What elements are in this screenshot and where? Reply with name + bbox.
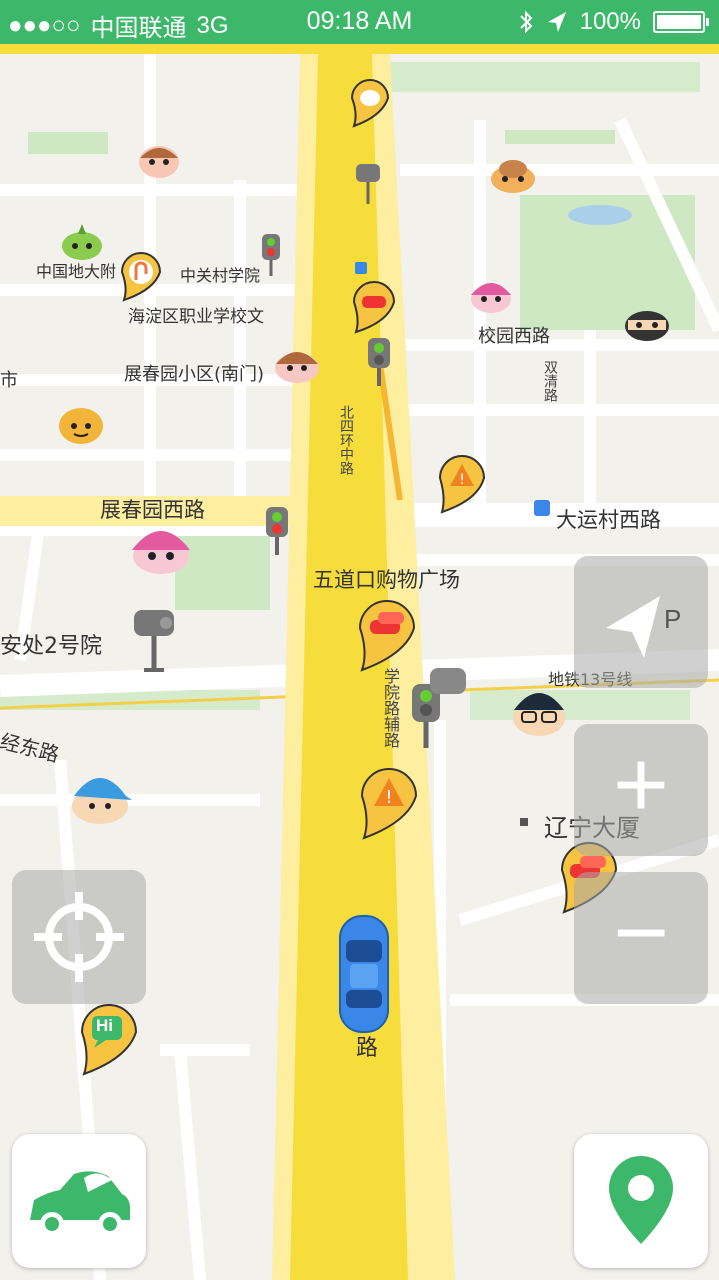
user-avatar-icon[interactable] bbox=[128, 520, 194, 576]
user-avatar-icon[interactable] bbox=[272, 342, 322, 386]
hi-pin[interactable]: Hi bbox=[78, 1002, 140, 1078]
map-label: 海淀区职业学校文 bbox=[128, 307, 264, 327]
hi-text: Hi bbox=[96, 1016, 113, 1035]
battery-percent: 100% bbox=[579, 8, 641, 35]
car-leaf-icon bbox=[30, 1171, 130, 1236]
navigate-button[interactable]: P bbox=[574, 556, 708, 688]
svg-text:!: ! bbox=[459, 472, 465, 488]
bluetooth-icon bbox=[519, 10, 533, 34]
map-label: 大运村西路 bbox=[556, 508, 661, 532]
my-car-icon bbox=[339, 915, 389, 1033]
traffic-light-icon[interactable] bbox=[262, 505, 300, 557]
park-area bbox=[28, 132, 108, 154]
user-avatar-icon[interactable] bbox=[66, 764, 136, 826]
battery-icon bbox=[653, 11, 709, 33]
traffic-jam-pin-icon[interactable] bbox=[350, 280, 398, 336]
map-pin-icon bbox=[609, 1156, 673, 1244]
road-label: 北四环中路 bbox=[338, 405, 354, 475]
user-avatar-icon[interactable] bbox=[508, 682, 570, 740]
user-avatar-icon[interactable] bbox=[622, 300, 672, 344]
poi-dot-icon bbox=[520, 818, 528, 826]
locate-me-button[interactable] bbox=[12, 870, 146, 1004]
event-pin-icon[interactable] bbox=[348, 78, 392, 130]
chat-pin-icon bbox=[80, 1004, 138, 1076]
status-right: 100% bbox=[518, 8, 709, 36]
user-avatar-icon[interactable] bbox=[56, 402, 106, 446]
car-mode-button[interactable] bbox=[12, 1134, 146, 1268]
park-area bbox=[380, 62, 700, 92]
camera-icon[interactable] bbox=[354, 160, 384, 206]
plus-icon: + bbox=[612, 731, 670, 838]
crosshair-icon bbox=[34, 892, 124, 982]
zoom-in-button[interactable]: + bbox=[574, 724, 708, 856]
parking-label: P bbox=[664, 604, 682, 634]
user-avatar-icon[interactable] bbox=[60, 220, 104, 262]
warning-pin-icon[interactable]: ! bbox=[358, 766, 420, 842]
warning-pin-icon[interactable]: ! bbox=[436, 452, 488, 516]
park-area bbox=[470, 690, 690, 720]
map-label: 市 bbox=[0, 370, 18, 391]
uturn-pin-icon[interactable] bbox=[118, 250, 164, 304]
location-arrow-icon bbox=[547, 12, 566, 32]
navigation-arrow-icon bbox=[606, 596, 660, 658]
minus-icon: − bbox=[612, 879, 670, 986]
park-area bbox=[505, 130, 615, 144]
road-label: 双清路 bbox=[542, 360, 558, 402]
traffic-light-icon[interactable] bbox=[258, 232, 288, 278]
map-label: 安处2号院 bbox=[0, 634, 102, 659]
svg-text:!: ! bbox=[385, 787, 392, 808]
traffic-light-icon[interactable] bbox=[364, 336, 402, 388]
map-label: 校园西路 bbox=[478, 326, 550, 347]
bus-stop-icon[interactable] bbox=[355, 262, 367, 274]
header-accent-bar bbox=[0, 44, 719, 54]
map-label: 五道口购物广场 bbox=[313, 568, 460, 592]
user-avatar-icon[interactable] bbox=[488, 155, 538, 197]
zoom-out-button[interactable]: − bbox=[574, 872, 708, 1004]
camera-icon[interactable] bbox=[130, 604, 180, 674]
traffic-light-icon[interactable] bbox=[408, 664, 468, 750]
status-bar: ●●●○○ 中国联通 3G 09:18 AM 100% bbox=[0, 0, 719, 44]
map-label: 中关村学院 bbox=[180, 266, 261, 285]
traffic-jam-pin-icon[interactable] bbox=[356, 598, 418, 674]
map-label: 展春园小区(南门) bbox=[124, 364, 265, 385]
user-avatar-icon[interactable] bbox=[466, 275, 516, 315]
pond bbox=[568, 205, 632, 225]
user-avatar-icon[interactable] bbox=[136, 140, 182, 180]
road-label: 学院路辅路 bbox=[381, 668, 400, 748]
bus-stop-icon[interactable] bbox=[534, 500, 550, 516]
location-pin-button[interactable] bbox=[574, 1134, 708, 1268]
